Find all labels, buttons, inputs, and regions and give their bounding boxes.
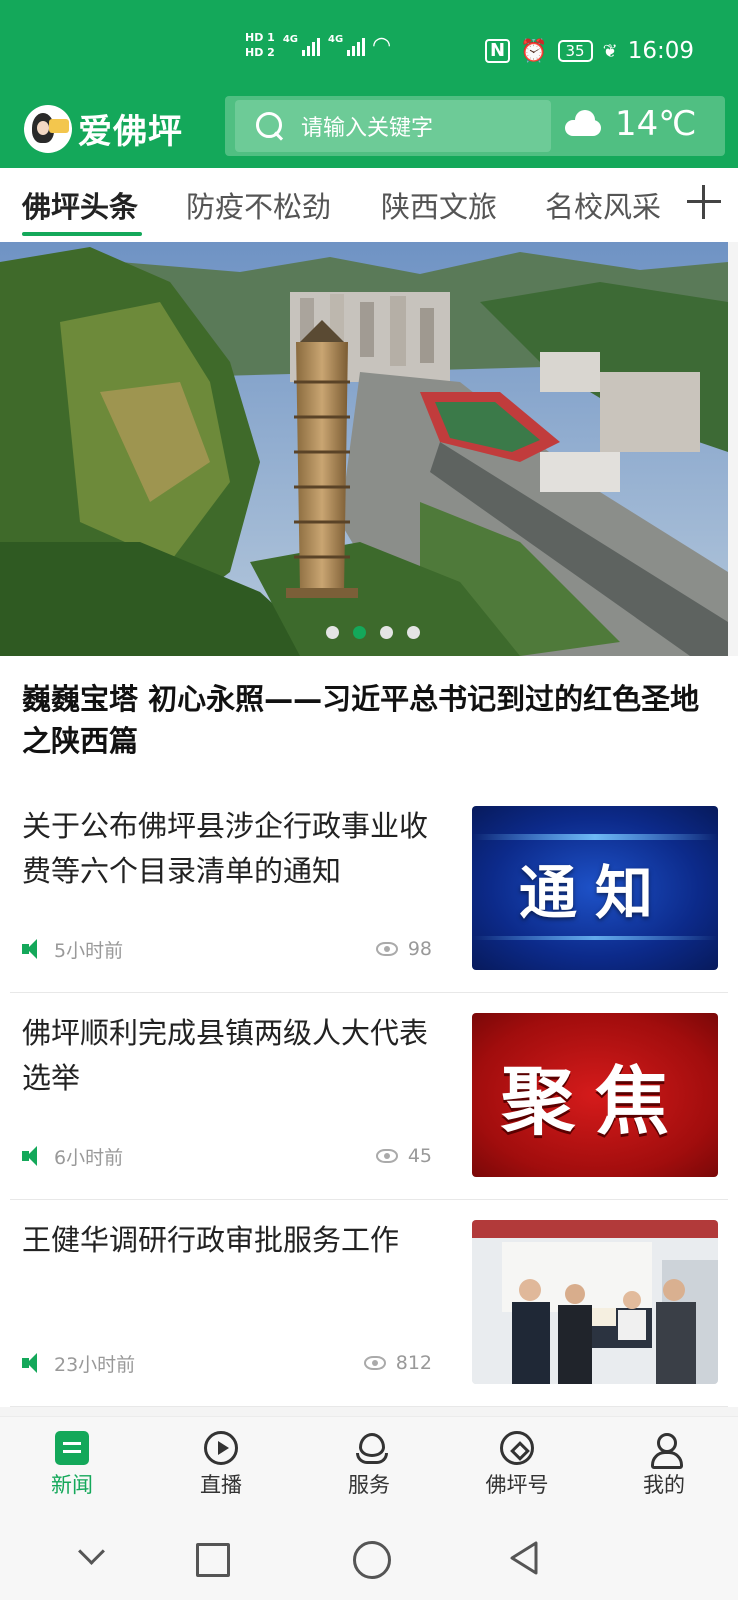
recents-button[interactable]: [191, 1538, 231, 1578]
divider: [10, 1406, 728, 1407]
news-thumbnail: 通知: [472, 806, 718, 970]
news-thumbnail: 聚焦: [472, 1013, 718, 1177]
view-count: 98: [375, 938, 432, 960]
back-triangle-icon: [510, 1541, 538, 1575]
nav-foping-account[interactable]: 佛坪号: [467, 1431, 567, 1499]
nfc-icon: N: [485, 39, 511, 63]
news-list: 关于公布佛坪县涉企行政事业收费等六个目录清单的通知 5小时前 98 通知 佛坪顺…: [0, 786, 738, 1407]
clock: 16:09: [627, 38, 694, 64]
carousel-dot[interactable]: [326, 626, 339, 639]
tab-schools[interactable]: 名校风采: [545, 184, 661, 226]
wifi-icon: ◠: [373, 32, 391, 58]
news-item[interactable]: 关于公布佛坪县涉企行政事业收费等六个目录清单的通知 5小时前 98 通知: [0, 786, 738, 993]
view-count-value: 812: [395, 1352, 432, 1374]
system-nav-bar: [0, 1516, 738, 1600]
carousel-dot-active[interactable]: [353, 626, 366, 639]
nav-profile[interactable]: 我的: [614, 1431, 714, 1499]
tab-epidemic[interactable]: 防疫不松劲: [186, 184, 331, 226]
eye-icon: [363, 1356, 386, 1370]
news-title: 关于公布佛坪县涉企行政事业收费等六个目录清单的通知: [22, 809, 429, 888]
banner-caption[interactable]: 巍巍宝塔 初心永照——习近平总书记到过的红色圣地之陕西篇: [0, 656, 738, 786]
nav-label: 佛坪号: [485, 1473, 549, 1497]
channel-tabs: 佛坪头条 防疫不松劲 陕西文旅 名校风采: [0, 168, 738, 242]
carousel-dot[interactable]: [407, 626, 420, 639]
search-icon: [253, 109, 287, 143]
user-icon: [647, 1431, 683, 1469]
search-input[interactable]: 请输入关键字: [235, 100, 551, 152]
app-name: 爱佛坪: [78, 112, 183, 152]
news-meta: 6小时前 45: [22, 1141, 432, 1171]
thumbnail-text: 聚焦: [501, 1058, 689, 1145]
banner-title: 巍巍宝塔 初心永照——习近平总书记到过的红色圣地之陕西篇: [22, 682, 700, 758]
tab-headlines[interactable]: 佛坪头条: [22, 184, 138, 226]
home-button[interactable]: [350, 1538, 391, 1579]
leaf-icon: ❦: [602, 40, 618, 62]
chevron-down-icon[interactable]: [72, 1538, 112, 1578]
hd-indicator: HD 1 HD 2: [245, 30, 275, 60]
news-thumbnail-photo: [472, 1220, 718, 1384]
news-time: 23小时前: [54, 1353, 136, 1376]
news-meta: 5小时前 98: [22, 934, 432, 964]
news-meta: 23小时前 812: [22, 1348, 432, 1378]
signal-1-icon: 4G: [283, 34, 320, 56]
nav-live[interactable]: 直播: [171, 1431, 271, 1499]
alarm-icon: ⏰: [520, 38, 548, 64]
live-icon: [204, 1431, 238, 1465]
news-time: 6小时前: [54, 1146, 124, 1169]
temperature: 14℃: [615, 104, 697, 144]
view-count: 45: [375, 1145, 432, 1167]
logo-avatar-icon: [24, 104, 72, 153]
tab-shaanxi-tourism[interactable]: 陕西文旅: [381, 184, 497, 226]
news-item[interactable]: 佛坪顺利完成县镇两级人大代表选举 6小时前 45 聚焦: [0, 993, 738, 1200]
speaker-icon[interactable]: [22, 939, 44, 959]
carousel-dot[interactable]: [380, 626, 393, 639]
eye-icon: [375, 942, 398, 956]
news-item[interactable]: 王健华调研行政审批服务工作 23小时前 812: [0, 1200, 738, 1407]
signal-2-icon: 4G: [328, 34, 366, 56]
app-logo[interactable]: 爱佛坪: [24, 104, 183, 153]
search-placeholder: 请输入关键字: [301, 116, 434, 141]
news-icon: [55, 1431, 89, 1465]
hd1-label: HD 1: [245, 31, 275, 44]
banner-carousel[interactable]: [0, 242, 728, 656]
nav-label: 新闻: [51, 1473, 93, 1497]
thumbnail-text: 通知: [518, 859, 671, 927]
nav-news[interactable]: 新闻: [22, 1431, 122, 1499]
status-bar: HD 1 HD 2 4G 4G ◠ N ⏰ 35 ❦ 16:09: [0, 0, 738, 96]
bottom-nav: 新闻 直播 服务 佛坪号 我的: [0, 1416, 738, 1516]
view-count-value: 98: [407, 938, 432, 960]
search-weather-bar: 请输入关键字 14℃: [225, 96, 725, 156]
speaker-icon[interactable]: [22, 1146, 44, 1166]
cloud-icon: [565, 110, 603, 138]
news-title: 佛坪顺利完成县镇两级人大代表选举: [22, 1016, 429, 1095]
add-channel-icon[interactable]: [684, 182, 724, 222]
news-time: 5小时前: [54, 939, 124, 962]
back-button[interactable]: [506, 1538, 546, 1578]
signal-indicators: HD 1 HD 2 4G 4G ◠: [245, 30, 390, 60]
compass-icon: [500, 1431, 534, 1465]
view-count-value: 45: [407, 1145, 432, 1167]
service-icon: [352, 1431, 388, 1465]
speaker-icon[interactable]: [22, 1353, 44, 1373]
status-right: N ⏰ 35 ❦ 16:09: [485, 38, 694, 64]
nav-label: 直播: [200, 1473, 242, 1497]
nav-service[interactable]: 服务: [319, 1431, 419, 1499]
app-header: 爱佛坪 请输入关键字 14℃: [0, 96, 738, 168]
weather-widget[interactable]: 14℃: [565, 104, 696, 144]
nav-label: 服务: [348, 1473, 390, 1497]
battery-icon: 35: [557, 40, 593, 62]
active-tab-indicator: [22, 232, 142, 236]
news-title: 王健华调研行政审批服务工作: [22, 1223, 400, 1257]
meeting-photo: [472, 1220, 718, 1384]
view-count: 812: [363, 1352, 432, 1374]
carousel-dots: [326, 626, 420, 639]
nav-label: 我的: [643, 1473, 685, 1497]
eye-icon: [375, 1149, 398, 1163]
banner-image: [0, 242, 728, 656]
hd2-label: HD 2: [245, 46, 275, 59]
